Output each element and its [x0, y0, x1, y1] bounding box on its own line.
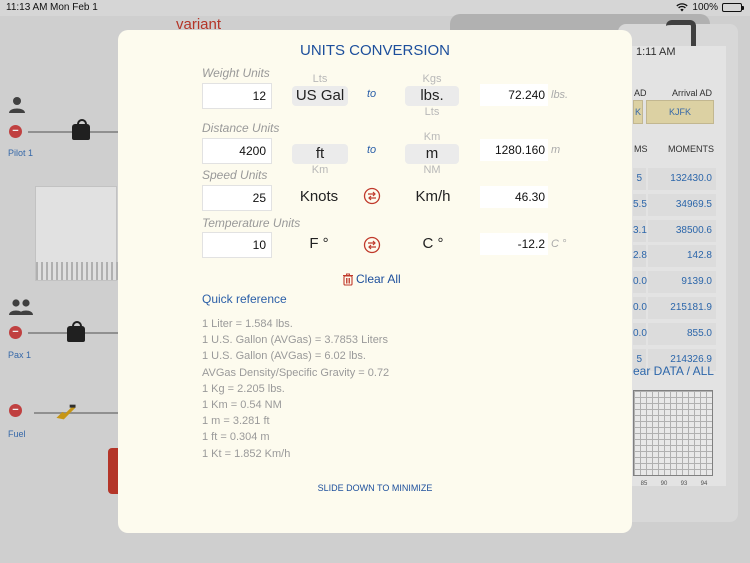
distance-result-unit: m	[551, 144, 561, 156]
quick-reference-item: 1 U.S. Gallon (AVGas) = 6.02 lbs.	[202, 350, 366, 363]
distance-to-above: Km	[423, 131, 441, 143]
slide-down-hint[interactable]: SLIDE DOWN TO MINIMIZE	[118, 483, 632, 493]
weight-to-label: to	[367, 88, 377, 100]
quick-reference-item: 1 U.S. Gallon (AVGas) = 3.7853 Liters	[202, 334, 388, 347]
weight-input[interactable]: 12	[202, 83, 272, 109]
quick-reference-item: 1 ft = 0.304 m	[202, 431, 270, 444]
clear-all-button[interactable]: Clear All	[342, 272, 401, 286]
weight-from-below	[292, 107, 348, 118]
weight-to-above: Kgs	[422, 73, 442, 85]
distance-to-picker[interactable]: Km m NM	[405, 132, 459, 178]
weight-units-label: Weight Units	[202, 66, 270, 80]
temperature-input[interactable]: 10	[202, 232, 272, 258]
temperature-swap-icon[interactable]	[363, 236, 381, 254]
weight-to-selected: lbs.	[405, 86, 459, 106]
speed-result: 46.30	[480, 186, 548, 208]
temperature-from-unit: F °	[309, 235, 329, 252]
distance-from-picker[interactable]: ft Km	[292, 132, 348, 178]
quick-reference-item: 1 Kg = 2.205 lbs.	[202, 382, 285, 395]
speed-to-unit: Km/h	[415, 188, 451, 205]
quick-reference-item: 1 m = 3.281 ft	[202, 415, 270, 428]
distance-from-selected: ft	[292, 144, 348, 164]
speed-from-unit: Knots	[299, 188, 339, 205]
distance-from-above	[292, 132, 348, 143]
speed-input[interactable]: 25	[202, 185, 272, 211]
distance-to-label: to	[367, 144, 377, 156]
temperature-units-label: Temperature Units	[202, 216, 301, 230]
weight-result-unit: lbs.	[551, 89, 569, 101]
weight-from-selected: US Gal	[292, 86, 348, 106]
distance-to-below: NM	[423, 164, 441, 176]
distance-to-selected: m	[405, 144, 459, 164]
temperature-to-unit: C °	[422, 235, 444, 252]
weight-to-below: Lts	[424, 106, 440, 118]
weight-result: 72.240	[480, 84, 548, 106]
speed-swap-icon[interactable]	[363, 187, 381, 205]
weight-to-picker[interactable]: Kgs lbs. Lts	[405, 74, 459, 120]
units-conversion-modal: UNITS CONVERSION Weight Units 12 Lts US …	[118, 30, 632, 533]
distance-result: 1280.160	[480, 139, 548, 161]
modal-title: UNITS CONVERSION	[299, 42, 450, 59]
quick-reference-item: 1 Liter = 1.584 lbs.	[202, 318, 293, 330]
quick-reference-item: 1 Km = 0.54 NM	[202, 399, 282, 412]
temperature-result: -12.2	[480, 233, 548, 255]
clear-all-label: Clear All	[356, 272, 401, 286]
weight-from-above: Lts	[312, 73, 328, 85]
weight-from-picker[interactable]: Lts US Gal	[292, 74, 348, 120]
quick-reference-item: AVGas Density/Specific Gravity = 0.72	[202, 366, 390, 379]
quick-reference-item: 1 Kt = 1.852 Km/h	[202, 447, 291, 460]
quick-reference-title: Quick reference	[202, 292, 287, 306]
temperature-result-unit: C °	[551, 238, 567, 250]
quick-reference-list: 1 Liter = 1.584 lbs. 1 U.S. Gallon (AVGas…	[202, 316, 389, 462]
distance-from-below: Km	[311, 164, 329, 176]
distance-units-label: Distance Units	[202, 121, 280, 135]
distance-input[interactable]: 4200	[202, 138, 272, 164]
trash-icon	[343, 273, 353, 286]
speed-units-label: Speed Units	[202, 168, 268, 182]
